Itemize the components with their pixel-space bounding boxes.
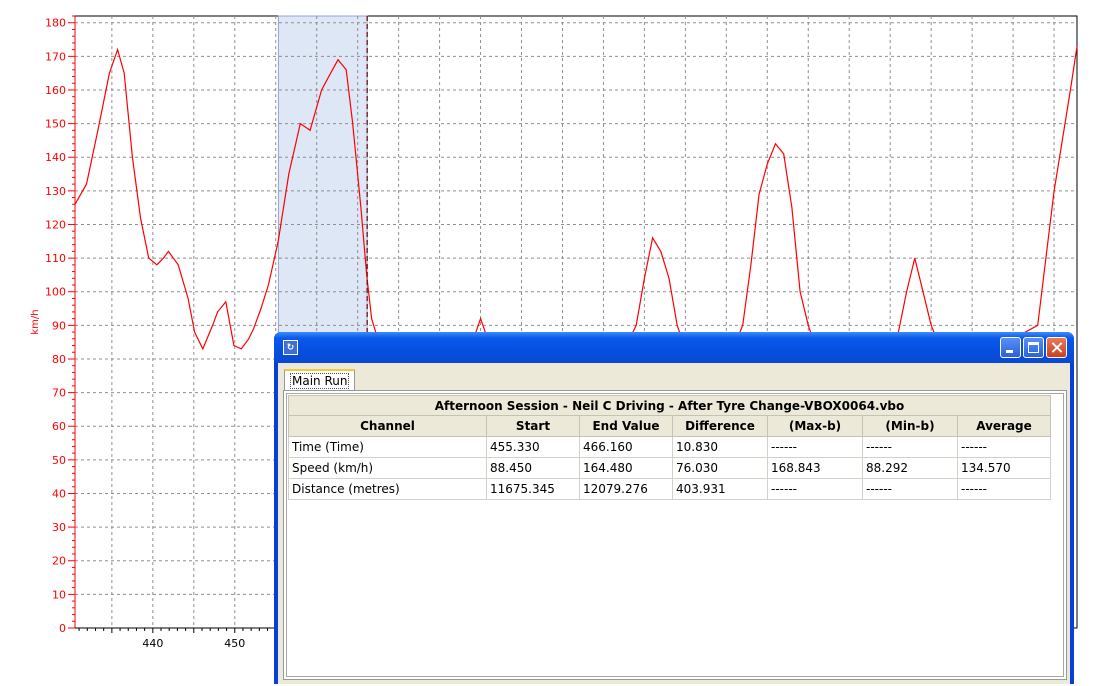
y-tick-label: 150 — [45, 118, 66, 131]
table-cell[interactable]: 10.830 — [672, 436, 768, 458]
app-icon[interactable]: ↻ — [283, 340, 298, 355]
table-row[interactable]: Time (Time) 455.330 466.160 10.830 ------ ---… — [288, 436, 1051, 458]
tab-main-run[interactable]: Main Run — [284, 369, 356, 391]
table-title: Afternoon Session - Neil C Driving - Aft… — [288, 395, 1051, 416]
window-titlebar[interactable]: ↻ — [274, 332, 1074, 363]
close-button[interactable] — [1046, 337, 1067, 358]
table-cell[interactable]: Speed (km/h) — [288, 457, 487, 479]
tab-panel: Afternoon Session - Neil C Driving - Aft… — [283, 390, 1067, 680]
y-tick-label: 100 — [45, 286, 66, 299]
minimize-button[interactable] — [1000, 337, 1021, 358]
stats-grid[interactable]: Afternoon Session - Neil C Driving - Aft… — [286, 393, 1064, 677]
y-tick-label: 120 — [45, 218, 66, 231]
table-cell[interactable]: 466.160 — [579, 436, 673, 458]
y-tick-label: 40 — [52, 487, 66, 500]
x-tick-label: 450 — [224, 637, 245, 650]
column-header[interactable]: Channel — [288, 415, 487, 437]
column-header[interactable]: End Value — [579, 415, 673, 437]
y-tick-label: 130 — [45, 185, 66, 198]
table-cell[interactable]: ------ — [862, 436, 958, 458]
y-tick-label: 20 — [52, 555, 66, 568]
column-header[interactable]: Difference — [672, 415, 768, 437]
x-tick-label: 440 — [142, 637, 163, 650]
table-cell[interactable]: 11675.345 — [486, 478, 580, 500]
y-tick-label: 180 — [45, 17, 66, 30]
y-tick-label: 70 — [52, 387, 66, 400]
stats-window[interactable]: ↻ Main Run Afternoon Session - Neil C Dr… — [274, 332, 1074, 684]
y-tick-label: 140 — [45, 151, 66, 164]
column-header[interactable]: Average — [957, 415, 1051, 437]
table-cell[interactable]: Distance (metres) — [288, 478, 487, 500]
maximize-button[interactable] — [1023, 337, 1044, 358]
y-tick-label: 30 — [52, 521, 66, 534]
table-cell[interactable]: ------ — [862, 478, 958, 500]
y-tick-label: 60 — [52, 420, 66, 433]
table-cell[interactable]: 134.570 — [957, 457, 1051, 479]
column-header[interactable]: (Min-b) — [862, 415, 958, 437]
table-title-row: Afternoon Session - Neil C Driving - Aft… — [288, 395, 1051, 416]
table-cell[interactable]: 88.450 — [486, 457, 580, 479]
tab-label: Main Run — [290, 373, 350, 389]
table-header-row: Channel Start End Value Difference (Max-b) (M… — [288, 415, 1051, 437]
table-row[interactable]: Speed (km/h) 88.450 164.480 76.030 168.843 88… — [288, 457, 1051, 479]
y-tick-label: 90 — [52, 319, 66, 332]
table-cell[interactable]: ------ — [957, 436, 1051, 458]
table-cell[interactable]: ------ — [957, 478, 1051, 500]
column-header[interactable]: Start — [486, 415, 580, 437]
table-cell[interactable]: 455.330 — [486, 436, 580, 458]
y-tick-label: 0 — [59, 622, 66, 635]
table-cell[interactable]: ------ — [767, 436, 863, 458]
table-cell[interactable]: 76.030 — [672, 457, 768, 479]
table-cell[interactable]: 88.292 — [862, 457, 958, 479]
y-tick-label: 160 — [45, 84, 66, 97]
table-cell[interactable]: 168.843 — [767, 457, 863, 479]
y-tick-label: 50 — [52, 454, 66, 467]
window-client: Main Run Afternoon Session - Neil C Driv… — [278, 363, 1070, 684]
y-tick-label: 170 — [45, 50, 66, 63]
y-tick-label: 10 — [52, 588, 66, 601]
table-cell[interactable]: ------ — [767, 478, 863, 500]
stats-table: Afternoon Session - Neil C Driving - Aft… — [288, 395, 1051, 500]
column-header[interactable]: (Max-b) — [767, 415, 863, 437]
table-cell[interactable]: 403.931 — [672, 478, 768, 500]
y-tick-label: 80 — [52, 353, 66, 366]
y-axis-label: km/h — [30, 309, 41, 334]
table-cell[interactable]: Time (Time) — [288, 436, 487, 458]
table-cell[interactable]: 164.480 — [579, 457, 673, 479]
y-tick-label: 110 — [45, 252, 66, 265]
table-cell[interactable]: 12079.276 — [579, 478, 673, 500]
table-row[interactable]: Distance (metres) 11675.345 12079.276 403.9… — [288, 478, 1051, 500]
